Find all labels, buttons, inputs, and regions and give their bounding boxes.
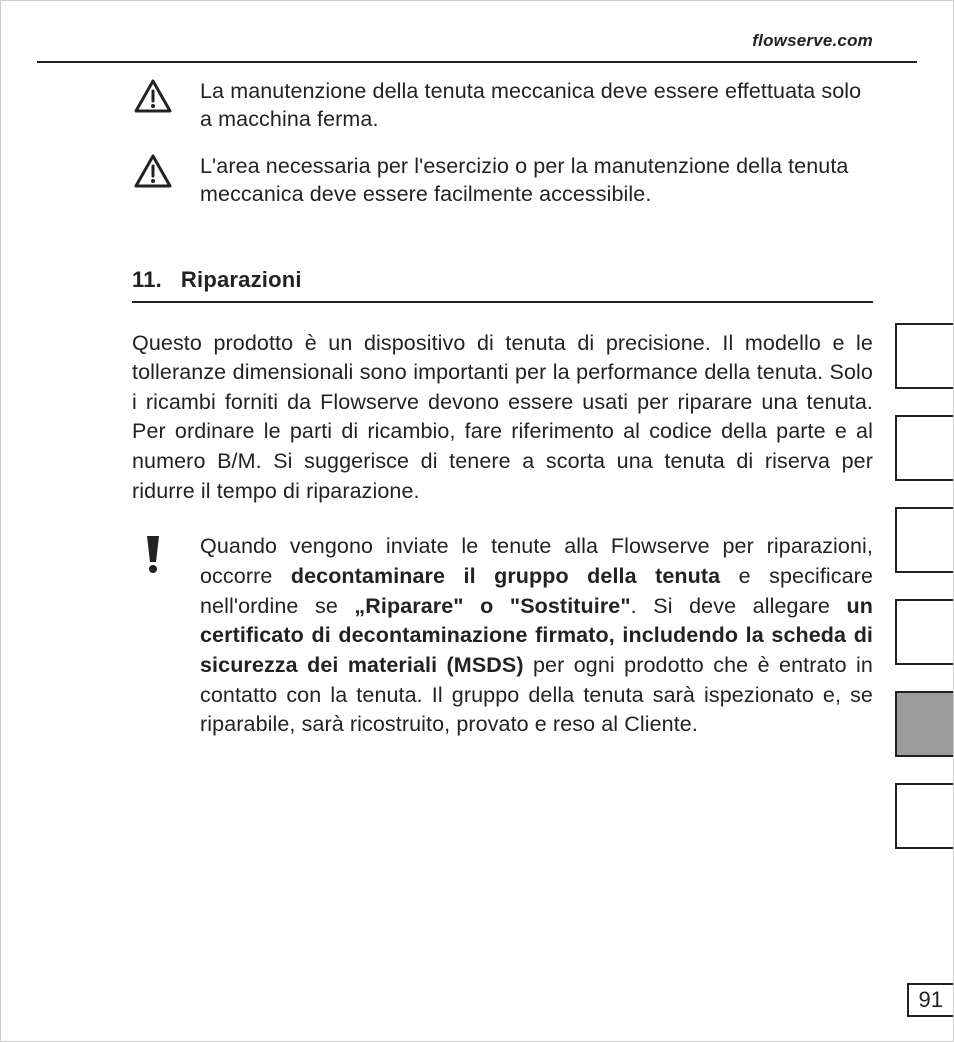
important-note: Quando vengono inviate le tenute alla Fl… (132, 532, 873, 740)
important-note-text: Quando vengono inviate le tenute alla Fl… (200, 532, 873, 740)
header-url: flowserve.com (37, 31, 917, 61)
warning-triangle-icon (132, 77, 174, 113)
warning-note-2: L'area necessaria per l'esercizio o per … (132, 152, 873, 209)
section-heading-rule (132, 301, 873, 303)
side-tab-1[interactable] (895, 415, 953, 481)
document-page: flowserve.com La manutenzione della tenu… (0, 0, 954, 1042)
side-tab-4[interactable] (895, 691, 953, 757)
side-tab-0[interactable] (895, 323, 953, 389)
text-span: . Si deve allegare (631, 594, 847, 618)
side-tab-bar (895, 323, 953, 875)
header-rule (37, 61, 917, 63)
important-exclaim-icon (132, 532, 174, 574)
content-area: La manutenzione della tenuta meccanica d… (132, 77, 873, 740)
page-number: 91 (907, 983, 953, 1017)
warning-note-1-text: La manutenzione della tenuta meccanica d… (200, 77, 873, 134)
section-number: 11. (132, 267, 162, 292)
bold-span: decontaminare il gruppo della tenuta (291, 564, 720, 588)
side-tab-5[interactable] (895, 783, 953, 849)
side-tab-2[interactable] (895, 507, 953, 573)
warning-note-2-text: L'area necessaria per l'esercizio o per … (200, 152, 873, 209)
bold-span: „Riparare" o "Sostituire" (354, 594, 630, 618)
warning-triangle-icon (132, 152, 174, 188)
warning-note-1: La manutenzione della tenuta meccanica d… (132, 77, 873, 134)
section-heading: 11. Riparazioni (132, 267, 873, 293)
section-body: Questo prodotto è un dispositivo di tenu… (132, 329, 873, 507)
section-title: Riparazioni (181, 267, 302, 292)
side-tab-3[interactable] (895, 599, 953, 665)
